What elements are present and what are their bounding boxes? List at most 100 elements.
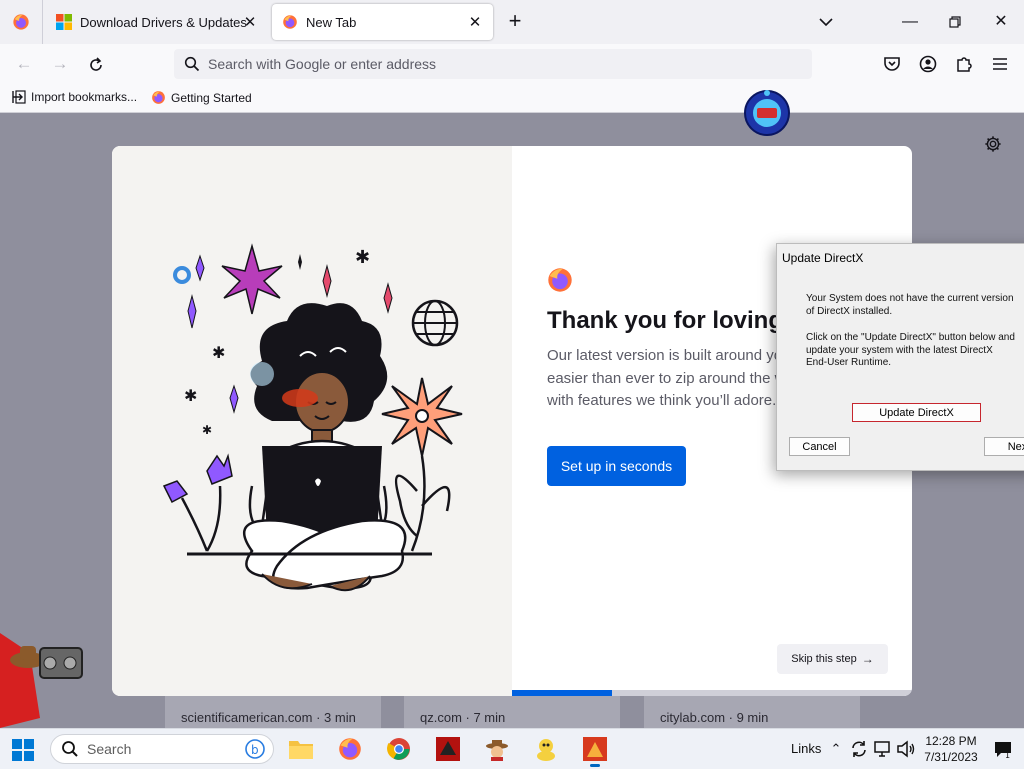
restore-icon[interactable] (945, 12, 965, 32)
taskbar-firefox[interactable] (335, 734, 365, 764)
pocket-icon[interactable] (882, 54, 902, 74)
cowboy-character-icon (0, 633, 83, 728)
firefox-logo-icon (152, 91, 165, 104)
firefox-view-button[interactable] (0, 0, 43, 44)
taskbar-app-cowboy[interactable] (482, 734, 512, 764)
taskbar-app-red[interactable] (433, 734, 463, 764)
next-button[interactable]: Next (984, 437, 1024, 456)
update-directx-dialog: Update DirectX Your System does not have… (776, 243, 1024, 471)
woman-with-laptop-illustration: ✱ ✱ ✱ ✱ (162, 243, 463, 592)
clock-time: 12:28 PM (925, 734, 977, 748)
plus-icon: + (508, 8, 522, 33)
message-line: Your System does not have the current ve… (806, 293, 1014, 304)
url-bar[interactable] (174, 49, 812, 79)
firefox-logo-icon (13, 14, 29, 30)
taskbar-app-duck[interactable] (531, 734, 561, 764)
arrow-left-icon: ← (15, 54, 33, 73)
search-icon (62, 741, 78, 757)
bookmark-label: Import bookmarks... (31, 90, 138, 104)
tab-title: Download Drivers & Updates for (80, 14, 246, 30)
reload-icon (90, 57, 102, 71)
show-hidden-icons-icon[interactable]: ⌃ (826, 739, 846, 759)
dialog-title: Update DirectX (782, 251, 864, 265)
close-tab-icon[interactable]: ✕ (467, 13, 483, 31)
close-tab-icon[interactable]: ✕ (242, 13, 258, 31)
svg-text:✱: ✱ (184, 386, 197, 405)
firefox-logo-icon (548, 268, 572, 292)
message-line: update your system with the latest Direc… (806, 344, 993, 356)
bookmarks-toolbar: Import bookmarks... Getting Started (0, 84, 1024, 113)
taskbar-chrome[interactable] (384, 734, 414, 764)
tab-title: New Tab (306, 14, 357, 30)
bonzi-badge-icon (744, 90, 790, 136)
tab-download-drivers[interactable]: Download Drivers & Updates for ✕ (46, 4, 268, 40)
message-line: of DirectX installed. (806, 305, 893, 317)
notification-icon[interactable]: 1 (993, 739, 1013, 759)
svg-text:✱: ✱ (355, 247, 370, 268)
sync-icon[interactable] (849, 739, 869, 759)
taskbar-search-label: Search (87, 741, 132, 757)
tab-strip: Download Drivers & Updates for ✕ New Tab… (0, 0, 1024, 44)
bookmark-getting-started[interactable]: Getting Started (151, 90, 252, 105)
taskbar: Search b Links ⌃ 12:28 PM 7/31/2023 1 (0, 728, 1024, 769)
windows-start-icon[interactable] (12, 739, 34, 761)
update-directx-button[interactable]: Update DirectX (852, 403, 981, 422)
progress-fill (512, 690, 612, 696)
bookmark-label: Getting Started (171, 90, 252, 105)
bookmark-import[interactable]: Import bookmarks... (12, 90, 137, 104)
onboarding-illustration-panel: ✱ ✱ ✱ ✱ (112, 146, 512, 696)
gear-icon[interactable] (984, 135, 1002, 153)
svg-text:1: 1 (1005, 751, 1010, 759)
cowboy-icon (486, 740, 508, 761)
clock-date: 7/31/2023 (924, 750, 978, 764)
account-icon[interactable] (918, 54, 938, 74)
chrome-icon (387, 738, 410, 760)
search-icon (184, 56, 200, 72)
arrow-right-icon: → (861, 652, 874, 666)
taskbar-search[interactable]: Search b (50, 734, 274, 764)
cancel-button[interactable]: Cancel (789, 437, 850, 456)
onboarding-progress (512, 690, 912, 696)
minimize-icon[interactable]: — (900, 12, 920, 32)
top-site-caption: scientificamerican.com · 3 min (181, 710, 356, 725)
top-site-caption: qz.com · 7 min (420, 710, 506, 725)
top-site-caption: citylab.com · 9 min (660, 710, 769, 725)
system-clock[interactable]: 12:28 PM 7/31/2023 (916, 733, 986, 765)
volume-icon[interactable] (896, 739, 916, 759)
url-input[interactable] (206, 55, 790, 73)
list-all-tabs-icon[interactable] (816, 12, 836, 32)
taskbar-app-setup[interactable] (580, 734, 610, 767)
message-line: End-User Runtime. (806, 357, 892, 368)
taskbar-file-explorer[interactable] (286, 734, 316, 764)
folder-icon (289, 741, 313, 759)
dialog-message: Your System does not have the current ve… (806, 293, 1024, 384)
skip-step-button[interactable]: Skip this step → (777, 644, 888, 674)
firefox-logo-icon (283, 15, 297, 29)
setup-app-icon (583, 737, 607, 761)
firefox-logo-icon (339, 738, 361, 760)
network-icon[interactable] (873, 739, 893, 759)
tab-new-tab[interactable]: New Tab ✕ (272, 4, 493, 40)
skip-label: Skip this step (791, 653, 857, 665)
arrow-right-icon: → (51, 54, 69, 73)
extensions-icon[interactable] (954, 54, 974, 74)
bing-icon: b (245, 739, 265, 759)
onboarding-title: Thank you for loving F (547, 307, 805, 334)
back-button[interactable]: ← (12, 53, 36, 77)
microsoft-logo-icon (56, 14, 72, 30)
links-toolbar[interactable]: Links (791, 741, 821, 756)
close-window-icon[interactable]: ✕ (991, 12, 1011, 32)
menu-icon[interactable] (990, 54, 1010, 74)
set-up-button[interactable]: Set up in seconds (547, 446, 686, 486)
message-line: Click on the "Update DirectX" button bel… (806, 332, 1015, 343)
svg-text:✱: ✱ (202, 423, 212, 437)
svg-text:✱: ✱ (212, 343, 225, 362)
import-icon (12, 90, 26, 104)
navigation-toolbar: ← → (0, 44, 1024, 84)
svg-text:b: b (251, 743, 259, 757)
red-app-icon (436, 737, 460, 761)
forward-button[interactable]: → (48, 53, 72, 77)
duck-icon (537, 739, 555, 761)
reload-button[interactable] (84, 53, 108, 77)
new-tab-button[interactable]: + (503, 10, 527, 34)
